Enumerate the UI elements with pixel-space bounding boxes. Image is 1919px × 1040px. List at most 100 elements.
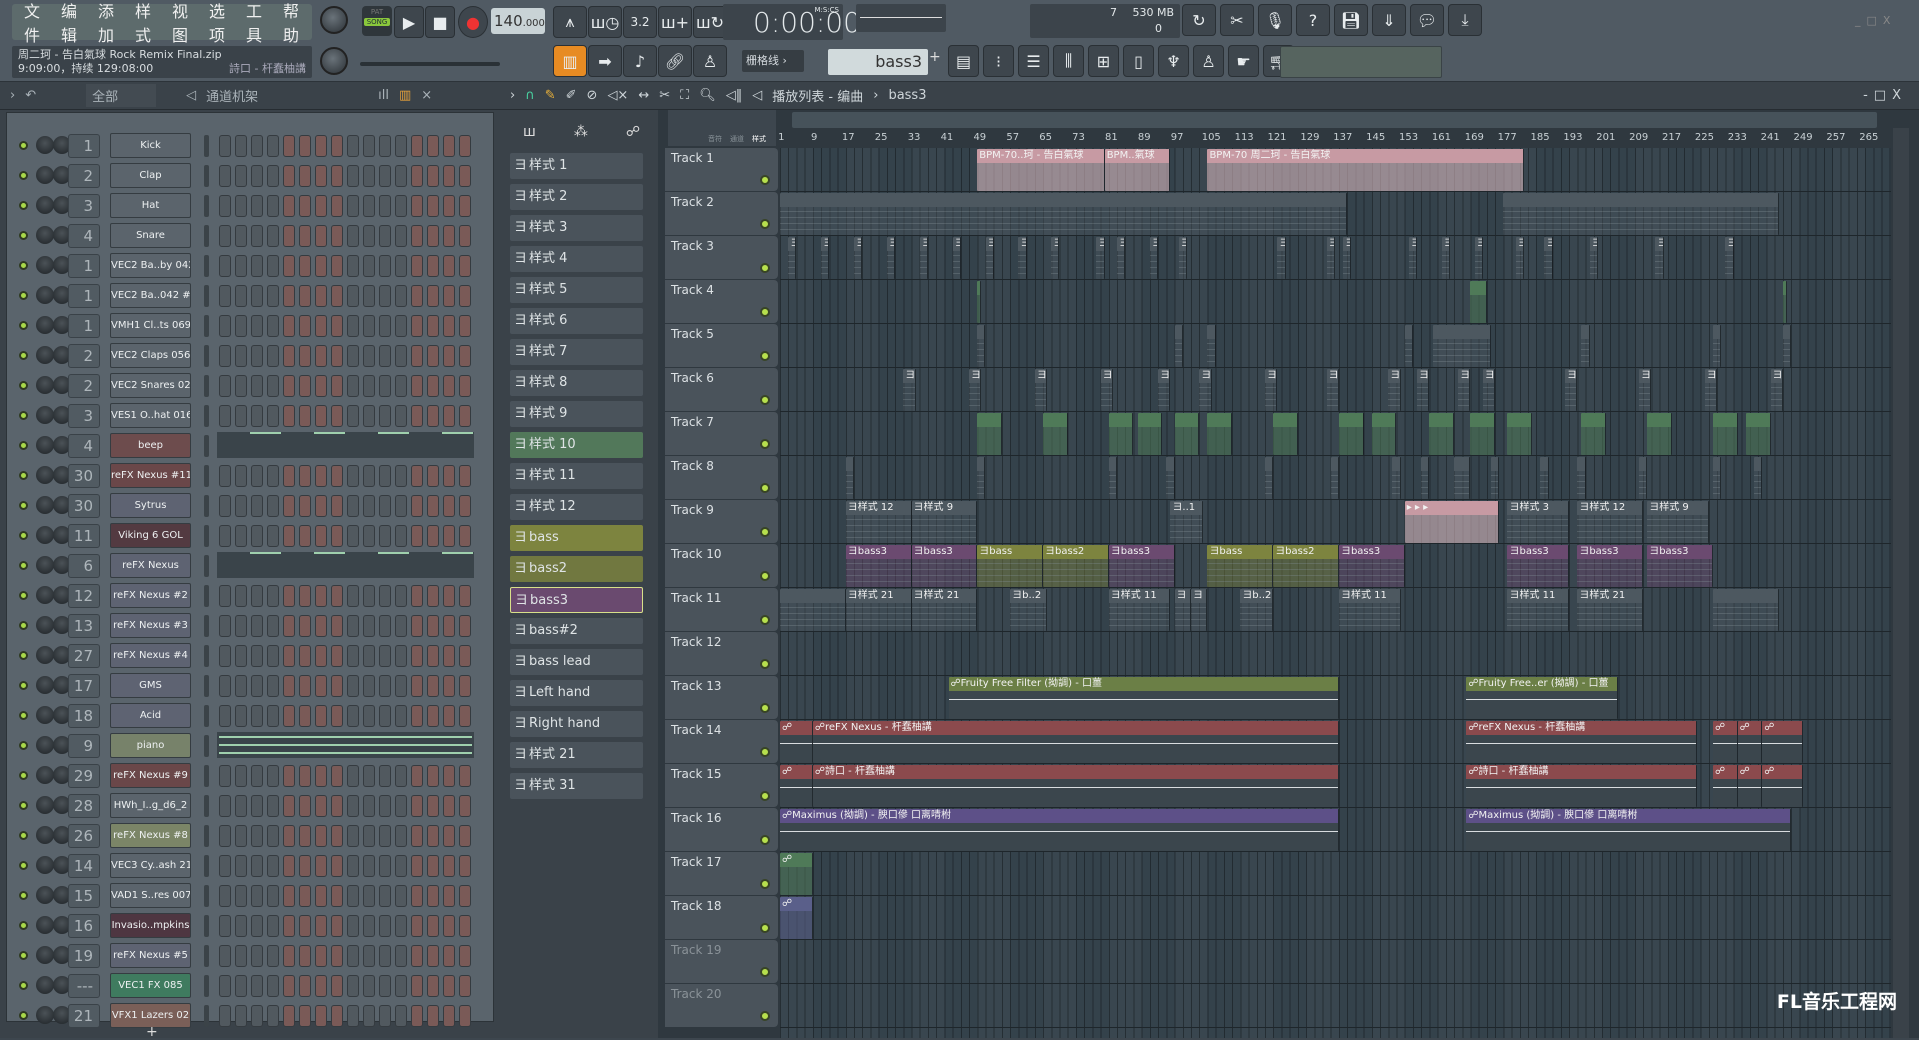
step-button[interactable] <box>379 255 391 277</box>
channel-select-bar[interactable] <box>204 525 209 547</box>
playback-tool-icon[interactable]: ◁‖ <box>726 88 743 103</box>
step-button[interactable] <box>299 255 311 277</box>
track-header[interactable]: Track 11 <box>665 588 778 631</box>
playlist-clip[interactable] <box>1577 457 1586 499</box>
channel-name-button[interactable]: Viking 6 GOL <box>110 523 191 548</box>
step-button[interactable] <box>411 945 423 967</box>
track-header[interactable]: Track 16 <box>665 808 778 851</box>
track-enable-led[interactable] <box>760 219 770 229</box>
step-button[interactable] <box>443 465 455 487</box>
playlist-clip[interactable]: ヨ样式 9 <box>911 501 978 543</box>
step-button[interactable] <box>219 915 231 937</box>
step-button[interactable] <box>299 345 311 367</box>
step-button[interactable] <box>235 195 247 217</box>
step-button[interactable] <box>459 765 471 787</box>
step-button[interactable] <box>235 765 247 787</box>
step-button[interactable] <box>331 495 343 517</box>
channel-pan-knob[interactable] <box>36 826 54 844</box>
playlist-clip[interactable]: ヨbass3 <box>1577 545 1644 587</box>
step-button[interactable] <box>267 645 279 667</box>
playlist-clip[interactable]: ヨ <box>853 237 863 279</box>
step-button[interactable] <box>459 495 471 517</box>
playlist-clip[interactable]: ヨbass3 <box>1647 545 1713 587</box>
playlist-clip[interactable]: ヨ <box>1417 369 1430 411</box>
channel-pan-knob[interactable] <box>36 1006 54 1024</box>
playlist-clip[interactable]: BPM-70 周二珂 - 告白氣球 <box>1207 149 1524 191</box>
playlist-clip[interactable] <box>1264 457 1274 499</box>
step-button[interactable] <box>427 405 439 427</box>
step-button[interactable] <box>379 645 391 667</box>
record-button[interactable]: ● <box>458 6 488 38</box>
track-header[interactable]: Track 9 <box>665 500 778 543</box>
channel-select-bar[interactable] <box>204 345 209 367</box>
step-button[interactable] <box>427 315 439 337</box>
step-button[interactable] <box>331 135 343 157</box>
channel-name-button[interactable]: GMS <box>110 673 191 698</box>
channel-mixer-track[interactable]: 14 <box>68 854 100 878</box>
channel-mute-led[interactable] <box>19 321 28 330</box>
step-button[interactable] <box>251 405 263 427</box>
step-button[interactable] <box>395 165 407 187</box>
step-button[interactable] <box>235 465 247 487</box>
menu-item-1[interactable]: 编辑 <box>61 0 90 46</box>
playlist-clip[interactable]: ヨ <box>1191 589 1208 631</box>
step-button[interactable] <box>283 945 295 967</box>
channel-mute-led[interactable] <box>19 591 28 600</box>
playlist-clip[interactable]: ヨ样式 21 <box>1577 589 1644 631</box>
step-button[interactable] <box>219 285 231 307</box>
step-button[interactable] <box>299 885 311 907</box>
step-button[interactable] <box>411 285 423 307</box>
step-button[interactable] <box>219 945 231 967</box>
channel-mute-led[interactable] <box>19 681 28 690</box>
step-button[interactable] <box>315 405 327 427</box>
channel-mixer-track[interactable]: 13 <box>68 614 100 638</box>
step-button[interactable] <box>443 855 455 877</box>
playlist-clip[interactable]: ヨ样式 21 <box>911 589 978 631</box>
playlist-clip[interactable] <box>1581 413 1607 455</box>
channel-name-button[interactable]: VEC1 FX 085 <box>110 973 191 998</box>
playlist-clip[interactable] <box>1491 457 1500 499</box>
channel-filter-select[interactable]: 全部 <box>86 84 157 107</box>
step-button[interactable] <box>347 645 359 667</box>
step-button[interactable] <box>395 765 407 787</box>
step-button[interactable] <box>379 495 391 517</box>
step-button[interactable] <box>283 765 295 787</box>
channel-select-bar[interactable] <box>204 285 209 307</box>
step-button[interactable] <box>395 1005 407 1027</box>
draw-tool-icon[interactable]: ✎ <box>545 88 556 103</box>
step-button[interactable] <box>427 705 439 727</box>
select-tool-icon[interactable]: ⛶ <box>680 88 689 103</box>
channel-select-bar[interactable] <box>204 675 209 697</box>
step-button[interactable] <box>219 315 231 337</box>
track-enable-led[interactable] <box>760 263 770 273</box>
channel-name-button[interactable]: HWh_I..g_d6_2 <box>110 793 191 818</box>
undo-icon[interactable]: ↶ <box>25 88 36 103</box>
step-button[interactable] <box>363 945 375 967</box>
step-button[interactable] <box>267 765 279 787</box>
channel-pan-knob[interactable] <box>36 286 54 304</box>
step-button[interactable] <box>251 855 263 877</box>
playlist-clip[interactable]: ☍ <box>780 853 813 895</box>
step-button[interactable] <box>427 855 439 877</box>
step-button[interactable] <box>299 195 311 217</box>
graph-icon[interactable]: ıll <box>378 88 389 103</box>
step-button[interactable] <box>299 645 311 667</box>
step-button[interactable] <box>235 1005 247 1027</box>
playlist-clip[interactable]: ヨ <box>1458 369 1471 411</box>
playlist-clip[interactable]: ☍ <box>1712 721 1738 763</box>
step-button[interactable] <box>459 705 471 727</box>
step-button[interactable] <box>219 825 231 847</box>
step-button[interactable] <box>251 135 263 157</box>
step-button[interactable] <box>251 915 263 937</box>
step-button[interactable] <box>459 225 471 247</box>
step-button[interactable] <box>267 945 279 967</box>
playlist-clip[interactable] <box>1503 193 1779 235</box>
wait-input-button[interactable]: ш◷ <box>588 6 622 38</box>
download-button[interactable]: ⤓ <box>1448 4 1482 36</box>
playlist-clip[interactable]: ヨ <box>985 237 994 279</box>
track-enable-led[interactable] <box>760 571 770 581</box>
track-enable-led[interactable] <box>760 1011 770 1021</box>
track-header[interactable]: Track 8 <box>665 456 778 499</box>
channel-name-button[interactable]: reFX Nexus #9 <box>110 763 191 788</box>
step-button[interactable] <box>363 315 375 337</box>
